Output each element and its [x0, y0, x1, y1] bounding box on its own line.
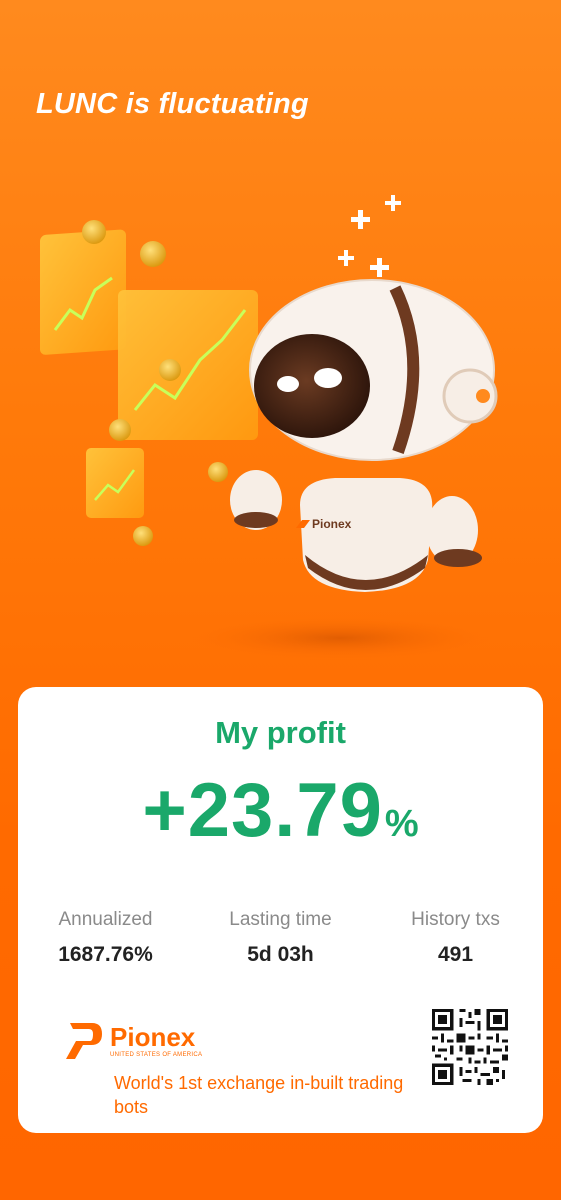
- sparkle-icon: [338, 195, 401, 277]
- brand-name: Pionex: [110, 1022, 196, 1052]
- svg-text:Pionex: Pionex: [312, 517, 352, 531]
- profit-label: My profit: [215, 715, 346, 750]
- stat-value: 5d 03h: [247, 943, 314, 966]
- profit-unit: %: [384, 803, 419, 845]
- stat-history-txs: History txs 491: [368, 909, 543, 967]
- chart-panel-icon: [40, 229, 126, 355]
- qr-code-icon[interactable]: [432, 1009, 508, 1085]
- stats-row: Annualized 1687.76% Lasting time 5d 03h …: [18, 909, 543, 967]
- page-title: LUNC is fluctuating: [36, 88, 309, 120]
- chart-panel-icon: [118, 290, 258, 440]
- pionex-logo-icon: [66, 1023, 102, 1059]
- robot-trading-illustration: Pionex: [40, 195, 498, 660]
- stat-lasting-time: Lasting time 5d 03h: [193, 909, 368, 967]
- stat-label: Annualized: [58, 909, 153, 930]
- stat-annualized: Annualized 1687.76%: [18, 909, 193, 967]
- robot-icon: [230, 279, 498, 592]
- stat-label: History txs: [411, 909, 500, 930]
- profit-card: My profit +23.79% Annualized 1687.76% La…: [18, 687, 543, 1133]
- profit-percentage: +23.79%: [18, 767, 543, 854]
- stat-value: 1687.76%: [58, 943, 153, 966]
- profit-value: +23.79: [142, 768, 383, 853]
- brand-tagline: World's 1st exchange in-built trading bo…: [114, 1073, 404, 1117]
- stat-value: 491: [437, 943, 474, 966]
- chart-panel-icon: [86, 448, 144, 518]
- stat-label: Lasting time: [229, 909, 332, 930]
- pionex-logo: Pionex UNITED STATES OF AMERICA: [64, 1021, 202, 1061]
- brand-subtitle: UNITED STATES OF AMERICA: [110, 1052, 203, 1058]
